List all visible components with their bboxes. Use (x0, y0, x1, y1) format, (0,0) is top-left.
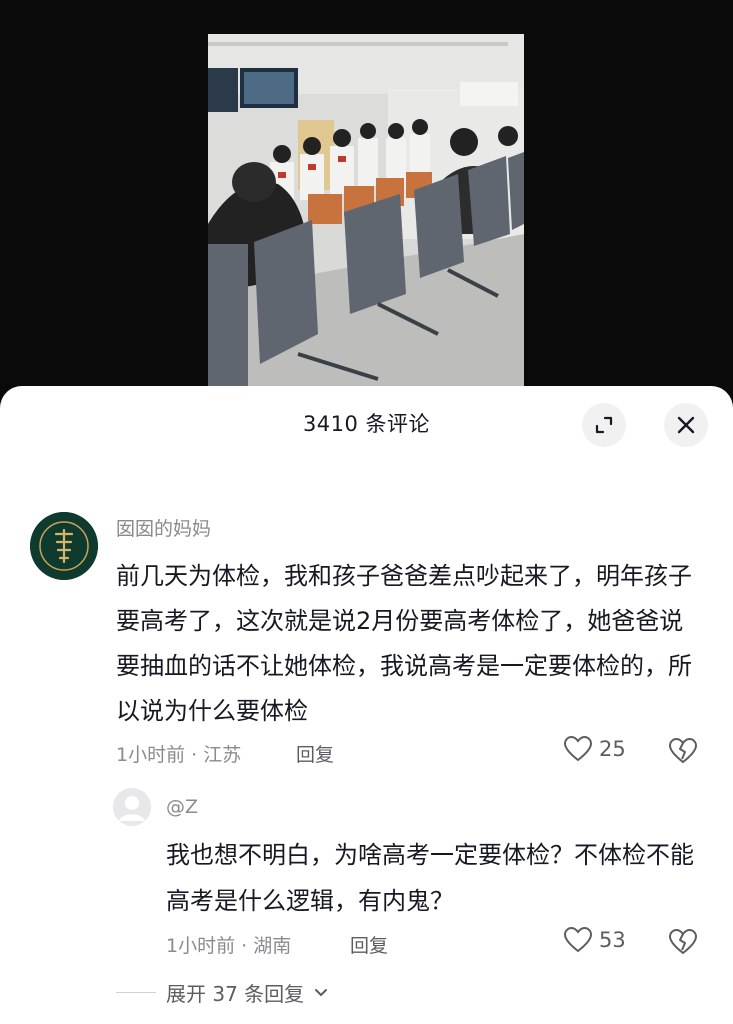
heart-icon (563, 926, 593, 953)
reply-dislike-button[interactable] (668, 928, 698, 960)
comment-username[interactable]: 囡囡的妈妈 (116, 514, 211, 541)
reply-like-count: 53 (599, 928, 626, 952)
comment-meta: 1小时前 · 江苏 (116, 744, 242, 766)
comment-sheet: 3410 条评论 囡囡的妈妈 前几天为体检，我和孩子爸爸差点吵起来了，明年孩子要… (0, 386, 733, 1024)
divider-line (116, 992, 156, 993)
reply-text: 我也想不明白，为啥高考一定要体检？不体检不能高考是什么逻辑，有内鬼？ (166, 841, 694, 915)
video-player-background[interactable] (0, 0, 733, 400)
video-frame[interactable] (208, 34, 524, 386)
reply-username[interactable]: @Z (166, 796, 198, 818)
close-button[interactable] (664, 403, 708, 447)
chevron-down-icon (315, 988, 328, 996)
like-count: 25 (599, 737, 626, 761)
broken-heart-icon (668, 737, 698, 764)
expand-fullscreen-icon (595, 416, 613, 434)
user-avatar[interactable] (30, 512, 98, 580)
expand-replies-button[interactable]: 展开 37 条回复 (116, 978, 328, 1007)
reply-user-avatar[interactable] (113, 788, 151, 826)
reply-reply-button[interactable]: 回复 (350, 931, 388, 958)
broken-heart-icon (668, 928, 698, 955)
expand-fullscreen-button[interactable] (582, 403, 626, 447)
close-icon (677, 416, 695, 434)
comment-text: 前几天为体检，我和孩子爸爸差点吵起来了，明年孩子要高考了，这次就是说2月份要高考… (116, 562, 692, 725)
video-still-image (208, 34, 524, 386)
default-user-icon (113, 788, 151, 826)
reply-like-button[interactable]: 53 (563, 926, 626, 954)
expand-replies-label: 展开 37 条回复 (166, 982, 305, 1006)
heart-icon (563, 735, 593, 762)
reply-button[interactable]: 回复 (296, 740, 334, 767)
like-button[interactable]: 25 (563, 735, 626, 763)
seal-avatar-icon (30, 512, 98, 580)
dislike-button[interactable] (668, 737, 698, 769)
reply-meta: 1小时前 · 湖南 (166, 935, 292, 957)
